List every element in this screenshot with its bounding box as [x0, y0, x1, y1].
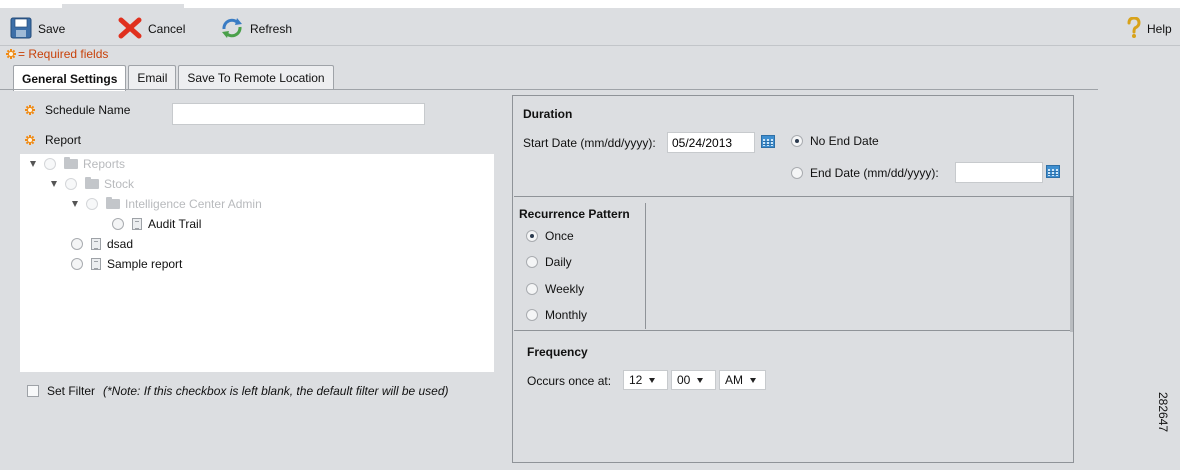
expand-arrow-icon[interactable]: [72, 201, 78, 207]
schedule-name-row: Schedule Name: [25, 103, 130, 117]
help-button[interactable]: Help: [1127, 15, 1172, 42]
figure-number: 282647: [1156, 392, 1170, 433]
tree-node-stock[interactable]: Stock: [51, 175, 134, 193]
required-fields-legend: = Required fields: [6, 47, 108, 61]
help-label: Help: [1147, 22, 1172, 36]
tree-radio[interactable]: [71, 258, 83, 270]
tab-bar: General Settings Email Save To Remote Lo…: [13, 65, 336, 91]
end-date-input[interactable]: [955, 162, 1043, 183]
set-filter-label: Set Filter: [47, 384, 96, 398]
end-date-option[interactable]: End Date (mm/dd/yyyy):: [791, 166, 939, 180]
required-star-icon: [25, 105, 35, 115]
tree-radio[interactable]: [112, 218, 124, 230]
required-fields-text: = Required fields: [18, 47, 109, 61]
report-row: Report: [25, 133, 81, 147]
tree-node-intelligence-center-admin[interactable]: Intelligence Center Admin: [72, 195, 262, 213]
toolbar: Save Cancel Refresh Help: [0, 8, 1180, 46]
red-x-icon: [118, 17, 142, 42]
schedule-name-input[interactable]: [172, 103, 425, 125]
save-label: Save: [38, 22, 66, 36]
no-end-date-radio[interactable]: [791, 135, 803, 147]
tree-radio: [44, 158, 56, 170]
hour-select[interactable]: 12: [623, 370, 668, 390]
dropdown-arrow-icon: [750, 377, 756, 383]
set-filter-row: Set Filter (*Note: If this checkbox is l…: [27, 384, 449, 398]
tree-radio: [65, 178, 77, 190]
app-window: Save Cancel Refresh Help = Required fiel…: [0, 0, 1180, 470]
once-radio[interactable]: [526, 230, 538, 242]
right-margin: [1180, 0, 1192, 470]
tree-radio: [86, 198, 98, 210]
calendar-icon[interactable]: [761, 135, 775, 148]
tree-node-sample-report[interactable]: Sample report: [71, 255, 182, 273]
dropdown-arrow-icon: [697, 377, 704, 383]
tab-save-to-remote-location[interactable]: Save To Remote Location: [178, 65, 334, 90]
tree-node-reports[interactable]: Reports: [30, 155, 125, 173]
folder-icon: [85, 177, 99, 189]
recurrence-option-monthly[interactable]: Monthly: [526, 308, 587, 322]
calendar-icon[interactable]: [1046, 165, 1060, 178]
recurrence-option-once[interactable]: Once: [526, 229, 574, 243]
tree-node-dsad[interactable]: dsad: [71, 235, 133, 253]
tree-radio[interactable]: [71, 238, 83, 250]
cancel-button[interactable]: Cancel: [118, 17, 186, 42]
ampm-select[interactable]: AM: [719, 370, 766, 390]
duration-title: Duration: [523, 107, 573, 121]
refresh-button[interactable]: Refresh: [220, 17, 293, 42]
report-document-icon: [91, 238, 101, 250]
tab-underline: [0, 89, 1098, 90]
top-strip: [0, 0, 1180, 8]
floppy-disk-icon: [10, 17, 32, 42]
schedule-name-label: Schedule Name: [45, 103, 131, 117]
report-document-icon: [132, 218, 142, 230]
recurrence-option-daily[interactable]: Daily: [526, 255, 572, 269]
expand-arrow-icon[interactable]: [51, 181, 57, 187]
start-date-label: Start Date (mm/dd/yyyy):: [523, 136, 656, 150]
dropdown-arrow-icon: [649, 377, 656, 383]
minute-select[interactable]: 00: [671, 370, 716, 390]
tab-general-settings[interactable]: General Settings: [13, 65, 127, 91]
required-star-icon: [25, 135, 35, 145]
save-button[interactable]: Save: [10, 17, 66, 42]
cancel-label: Cancel: [148, 22, 186, 36]
question-mark-icon: [1127, 15, 1141, 42]
folder-icon: [106, 197, 120, 209]
tree-node-audit-trail[interactable]: Audit Trail: [112, 215, 201, 233]
no-end-date-option[interactable]: No End Date: [791, 134, 879, 148]
start-date-input[interactable]: [667, 132, 755, 153]
weekly-radio[interactable]: [526, 283, 538, 295]
set-filter-note: (*Note: If this checkbox is left blank, …: [103, 384, 449, 398]
report-tree: Reports Stock Intelligence Center Admin …: [20, 154, 494, 372]
report-label: Report: [45, 133, 82, 147]
occurs-once-label: Occurs once at:: [527, 374, 612, 388]
daily-radio[interactable]: [526, 256, 538, 268]
recurrence-option-weekly[interactable]: Weekly: [526, 282, 584, 296]
expand-arrow-icon[interactable]: [30, 161, 36, 167]
frequency-title: Frequency: [527, 345, 588, 359]
refresh-arrows-icon: [220, 17, 244, 42]
tab-email[interactable]: Email: [128, 65, 177, 90]
refresh-label: Refresh: [250, 22, 293, 36]
recurrence-pattern-title: Recurrence Pattern: [519, 207, 630, 221]
report-document-icon: [91, 258, 101, 270]
monthly-radio[interactable]: [526, 309, 538, 321]
required-star-icon: [6, 49, 16, 59]
end-date-radio[interactable]: [791, 167, 803, 179]
folder-icon: [64, 157, 78, 169]
set-filter-checkbox[interactable]: [27, 385, 39, 397]
